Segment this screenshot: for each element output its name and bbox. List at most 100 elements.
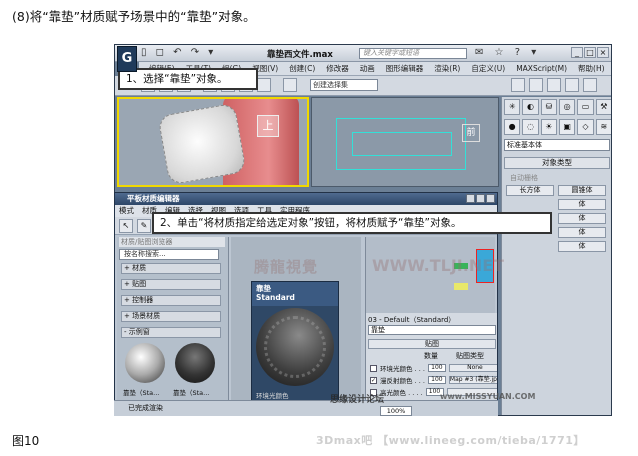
object-type-rollout[interactable]: 对象类型 (504, 157, 610, 169)
autogrid-checkbox[interactable]: 自动栅格 (510, 173, 538, 183)
ambient-checkbox[interactable] (370, 364, 377, 372)
map-row-diffuse: ✓ 漫反射颜色 . . . 100 Map #3 (靠垫.jpg) (370, 375, 497, 385)
view-cube-icon-2[interactable]: 前 (462, 124, 480, 142)
help-icons[interactable]: ✉ ☆ ? ▾ (475, 47, 540, 58)
menu-customize[interactable]: 自定义(U) (471, 63, 505, 74)
diffuse-map-button[interactable]: Map #3 (靠垫.jpg) (448, 376, 497, 384)
material-preview-sphere (256, 308, 334, 386)
ambient-amount[interactable]: 100 (427, 364, 446, 372)
menu-graph-editors[interactable]: 图形编辑器 (386, 63, 424, 74)
spacewarps-icon[interactable]: ≋ (595, 119, 611, 135)
figure-label: 图10 (12, 434, 40, 448)
primitive-button-6[interactable]: 体 (558, 241, 606, 252)
browser-group-sample-slots[interactable]: - 示例窗 (121, 327, 221, 338)
menu-rendering[interactable]: 渲染(R) (434, 63, 460, 74)
menu-modifiers[interactable]: 修改器 (326, 63, 349, 74)
browser-group-controllers[interactable]: + 控制器 (121, 295, 221, 306)
navigator-panel[interactable] (365, 237, 495, 313)
sample-slot-1-label: 靠垫（Sta... (123, 389, 160, 397)
browser-search-input[interactable]: 按名称搜索... (119, 249, 219, 260)
menu-create[interactable]: 创建(C) (289, 63, 315, 74)
material-node-title: 靠垫 (256, 284, 271, 293)
watermark-site: 思缘设计论坛 (330, 395, 385, 405)
zoom-level-field[interactable]: 100% (380, 406, 412, 416)
bottom-watermark: 3Dmax吧 【www.lineeg.com/tieba/1771】 (316, 434, 585, 447)
maximize-button[interactable]: □ (584, 47, 596, 58)
primitive-button-3[interactable]: 体 (558, 199, 606, 210)
diffuse-label: 漫反射颜色 . . . (380, 377, 425, 385)
slate-minimize-button[interactable] (466, 194, 475, 203)
close-button[interactable]: × (597, 47, 609, 58)
primitive-button-5[interactable]: 体 (558, 227, 606, 238)
scale-icon[interactable] (257, 78, 271, 92)
menu-maxscript[interactable]: MAXScript(M) (516, 64, 567, 73)
slate-close-button[interactable] (486, 194, 495, 203)
motion-tab-icon[interactable]: ◎ (558, 99, 576, 115)
create-category-tabs: ● ◌ ☀ ▣ ◇ ≋ (504, 119, 611, 135)
helpers-icon[interactable]: ◇ (577, 119, 594, 135)
node-slot-ambient[interactable]: 环境光颜色 (256, 390, 289, 400)
cameras-icon[interactable]: ▣ (558, 119, 576, 135)
navigator-node-yellow (454, 283, 468, 290)
geometry-icon[interactable]: ● (504, 119, 521, 135)
browser-group-materials[interactable]: + 材质 (121, 263, 221, 274)
cone-button[interactable]: 圆锥体 (558, 185, 606, 196)
create-tab-icon[interactable]: ✳ (504, 99, 521, 115)
slate-menu-mode[interactable]: 模式 (119, 205, 134, 217)
browser-group-scene-materials[interactable]: + 场景材质 (121, 311, 221, 322)
material-name-field[interactable]: 靠垫 (368, 325, 496, 335)
menu-help[interactable]: 帮助(H) (578, 63, 605, 74)
front-viewport[interactable]: 前 (311, 97, 499, 187)
slate-status-bar: 已完成渲染 (114, 400, 498, 416)
specular-label: 高光颜色 . . . . (380, 389, 423, 397)
sample-slot-2-label: 靠垫（Sta... (173, 389, 210, 397)
render-frame-icon[interactable] (547, 78, 561, 92)
step2-callout: 2、单击“将材质指定给选定对象”按钮，将材质赋予“靠垫”对象。 (152, 212, 552, 234)
material-editor-icon[interactable] (511, 78, 525, 92)
ambient-label: 环境光颜色 . . . (380, 365, 425, 373)
lights-icon[interactable]: ☀ (540, 119, 557, 135)
search-input[interactable]: 键入关键字或短语 (359, 48, 467, 59)
app-logo-icon[interactable]: G (117, 46, 137, 72)
render-setup-icon[interactable] (529, 78, 543, 92)
hierarchy-tab-icon[interactable]: ⛁ (540, 99, 557, 115)
view-cube-icon[interactable]: 上 (257, 115, 279, 137)
maps-rollout[interactable]: 贴图 (368, 339, 496, 349)
primitive-button-4[interactable]: 体 (558, 213, 606, 224)
pick-material-icon[interactable]: ✎ (137, 219, 151, 233)
quick-access-toolbar[interactable]: ▯ ◻ ↶ ↷ ▾ (141, 47, 216, 58)
diffuse-amount[interactable]: 100 (427, 376, 446, 384)
sample-slot-2[interactable] (175, 343, 215, 383)
modify-tab-icon[interactable]: ◐ (522, 99, 539, 115)
slate-title-bar: 平板材质编辑器 (115, 193, 497, 205)
shapes-icon[interactable]: ◌ (522, 119, 539, 135)
diffuse-checkbox[interactable]: ✓ (370, 376, 377, 384)
minimize-button[interactable]: _ (571, 47, 583, 58)
render-icon[interactable] (565, 78, 579, 92)
slate-title: 平板材质编辑器 (127, 194, 180, 203)
slate-window-controls (466, 194, 495, 203)
window-controls: _ □ × (571, 47, 609, 58)
select-tool-icon[interactable]: ↖ (119, 219, 133, 233)
display-tab-icon[interactable]: ▭ (577, 99, 594, 115)
ambient-map-button[interactable]: None (448, 364, 497, 372)
cushion-object[interactable] (157, 102, 247, 185)
box-button[interactable]: 长方体 (506, 185, 554, 196)
sample-slot-1[interactable] (125, 343, 165, 383)
amount-column-header: 数量 (424, 352, 438, 360)
browser-group-maps[interactable]: + 贴图 (121, 279, 221, 290)
watermark-url: WWW.TLJI.NET (372, 256, 505, 275)
wire-box-inner (352, 132, 452, 156)
slate-maximize-button[interactable] (476, 194, 485, 203)
snap-icon[interactable] (283, 78, 297, 92)
material-map-browser: 材质/贴图浏览器 按名称搜索... + 材质 + 贴图 + 控制器 + 场景材质… (117, 237, 229, 415)
browser-header: 材质/贴图浏览器 (119, 237, 225, 247)
perspective-viewport[interactable]: 上 (117, 97, 309, 187)
selection-set-dropdown[interactable]: 创建选择集 (310, 79, 378, 91)
utilities-tab-icon[interactable]: ⚒ (595, 99, 611, 115)
primitive-category-dropdown[interactable]: 标准基本体 (504, 139, 610, 151)
teapot-icon[interactable] (583, 78, 597, 92)
menu-animation[interactable]: 动画 (360, 63, 375, 74)
material-node[interactable]: 靠垫 Standard 环境光颜色 (251, 281, 339, 411)
map-row-ambient: 环境光颜色 . . . 100 None (370, 363, 497, 373)
